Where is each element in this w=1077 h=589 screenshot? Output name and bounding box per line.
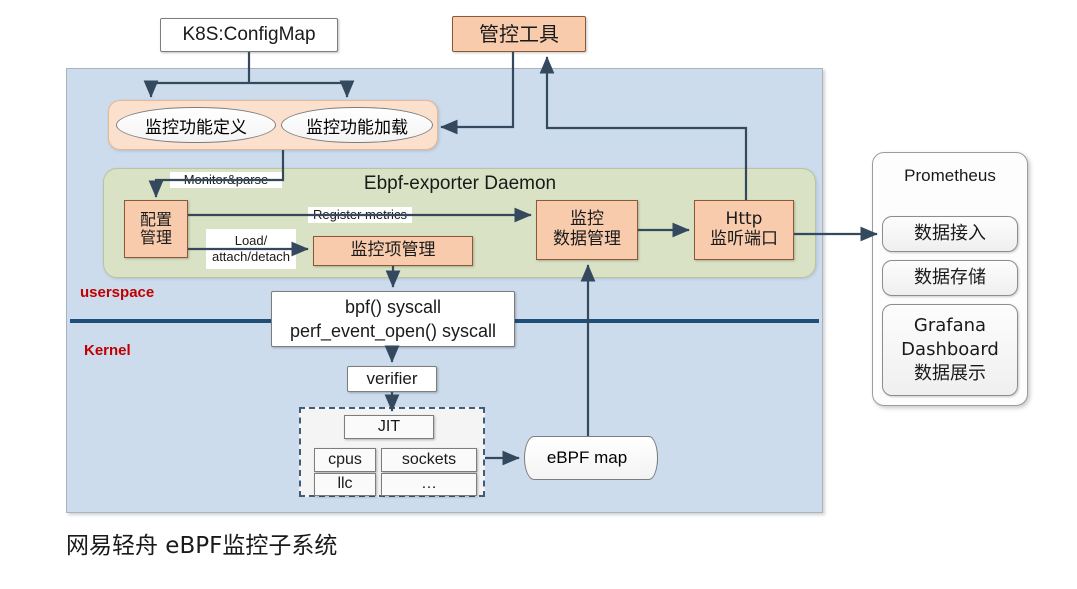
diagram-caption: 网易轻舟 eBPF监控子系统 <box>66 533 338 559</box>
llc-node[interactable]: llc <box>314 473 376 496</box>
ebpf-exporter-daemon-title: Ebpf-exporter Daemon <box>363 173 557 194</box>
prometheus-item-1[interactable]: 数据存储 <box>882 260 1018 296</box>
ebpf-map-cylinder-cap <box>640 436 658 480</box>
monitor-data-management-node[interactable]: 监控 数据管理 <box>536 200 638 260</box>
jit-node[interactable]: JIT <box>344 415 434 439</box>
prometheus-item-2[interactable]: Grafana Dashboard 数据展示 <box>882 304 1018 396</box>
ebpf-map-node[interactable]: eBPF map <box>524 436 658 480</box>
ebpf-map-label: eBPF map <box>546 448 628 467</box>
more-targets-node[interactable]: … <box>381 473 477 496</box>
edge-label-load-attach-detach: Load/ attach/detach <box>206 229 296 269</box>
sockets-node[interactable]: sockets <box>381 448 477 472</box>
edge-label-monitor-parse-text: Monitor&parse <box>183 171 269 187</box>
edge-label-register-metrics-text: Register metrics <box>313 206 407 222</box>
cpus-label: cpus <box>328 450 362 468</box>
k8s-configmap-label: K8S:ConfigMap <box>182 24 316 46</box>
edge-label-register-metrics: Register metrics <box>308 207 412 223</box>
monitor-data-management-label: 监控 数据管理 <box>553 209 621 249</box>
edge-label-load-attach-detach-text: Load/ attach/detach <box>211 232 291 264</box>
prometheus-item-2-label: Grafana Dashboard 数据展示 <box>901 314 999 385</box>
monitor-item-management-label: 监控项管理 <box>350 240 436 261</box>
jit-label: JIT <box>377 417 401 435</box>
config-management-label: 配置 管理 <box>139 209 172 247</box>
http-listen-port-node[interactable]: Http 监听端口 <box>694 200 794 260</box>
k8s-configmap-node[interactable]: K8S:ConfigMap <box>160 18 338 52</box>
monitor-function-define-node[interactable]: 监控功能定义 <box>116 107 276 143</box>
syscall-label: bpf() syscall perf_event_open() syscall <box>289 296 497 341</box>
verifier-node[interactable]: verifier <box>347 366 437 392</box>
monitor-function-load-node[interactable]: 监控功能加载 <box>281 107 433 143</box>
sockets-label: sockets <box>401 450 457 468</box>
monitor-function-define-label: 监控功能定义 <box>145 117 247 138</box>
control-tool-node[interactable]: 管控工具 <box>452 16 586 52</box>
llc-label: llc <box>337 475 353 493</box>
layer-label-kernel: Kernel <box>84 342 131 359</box>
monitor-function-load-label: 监控功能加载 <box>306 117 408 138</box>
config-management-node[interactable]: 配置 管理 <box>124 200 188 258</box>
prometheus-title: Prometheus <box>904 166 996 185</box>
cpus-node[interactable]: cpus <box>314 448 376 472</box>
diagram-canvas: userspace Kernel K8S:ConfigMap 管控工具 监控功能… <box>0 0 1077 589</box>
control-tool-label: 管控工具 <box>479 21 559 46</box>
prometheus-item-1-label: 数据存储 <box>914 266 986 288</box>
edge-label-monitor-parse: Monitor&parse <box>170 172 282 188</box>
prometheus-item-0[interactable]: 数据接入 <box>882 216 1018 252</box>
http-listen-port-label: Http 监听端口 <box>710 209 778 249</box>
more-targets-label: … <box>421 475 437 493</box>
verifier-label: verifier <box>366 369 418 389</box>
layer-label-userspace: userspace <box>80 284 155 301</box>
syscall-node[interactable]: bpf() syscall perf_event_open() syscall <box>271 291 515 347</box>
monitor-item-management-node[interactable]: 监控项管理 <box>313 236 473 266</box>
prometheus-item-0-label: 数据接入 <box>914 222 986 244</box>
